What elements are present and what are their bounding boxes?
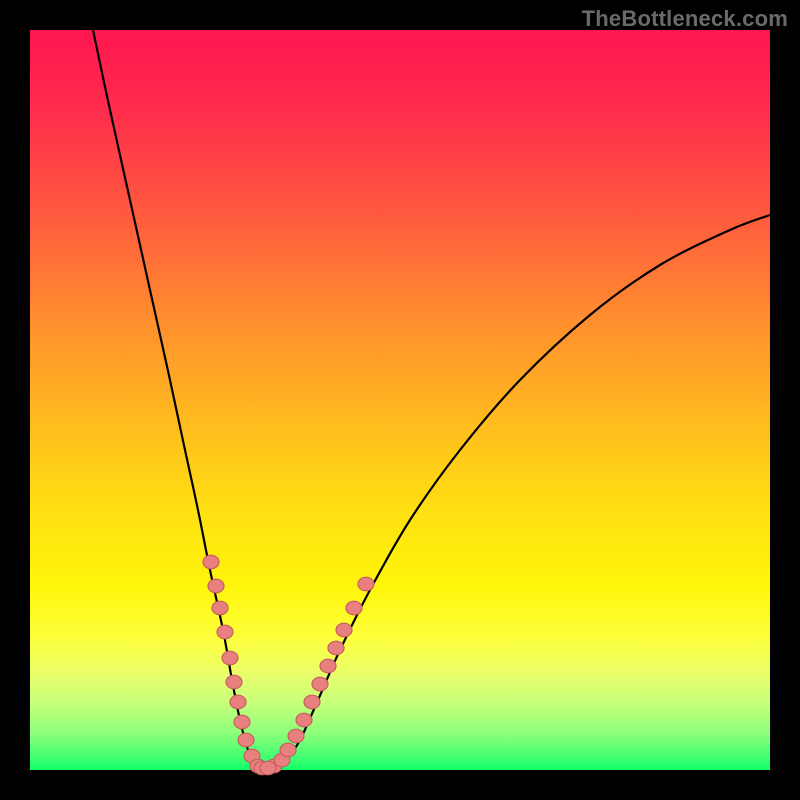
data-dot bbox=[203, 555, 219, 569]
data-dot bbox=[328, 641, 344, 655]
curve-right-arm bbox=[264, 215, 770, 769]
data-dot bbox=[296, 713, 312, 727]
data-dot bbox=[336, 623, 352, 637]
data-dot bbox=[230, 695, 246, 709]
data-dot bbox=[346, 601, 362, 615]
data-dot bbox=[217, 625, 233, 639]
dots-right-arm bbox=[266, 577, 374, 773]
data-dot bbox=[238, 733, 254, 747]
data-dot bbox=[208, 579, 224, 593]
data-dot bbox=[222, 651, 238, 665]
data-dot bbox=[320, 659, 336, 673]
data-dot bbox=[288, 729, 304, 743]
plot-area bbox=[30, 30, 770, 770]
bottleneck-curve-svg bbox=[30, 30, 770, 770]
data-dot bbox=[234, 715, 250, 729]
watermark-label: TheBottleneck.com bbox=[582, 6, 788, 32]
data-dot bbox=[312, 677, 328, 691]
dots-bottom bbox=[254, 761, 276, 775]
data-dot bbox=[212, 601, 228, 615]
data-dot bbox=[304, 695, 320, 709]
dots-left-arm bbox=[203, 555, 266, 773]
data-dot bbox=[280, 743, 296, 757]
data-dot bbox=[358, 577, 374, 591]
data-dot bbox=[226, 675, 242, 689]
data-dot bbox=[260, 761, 276, 775]
